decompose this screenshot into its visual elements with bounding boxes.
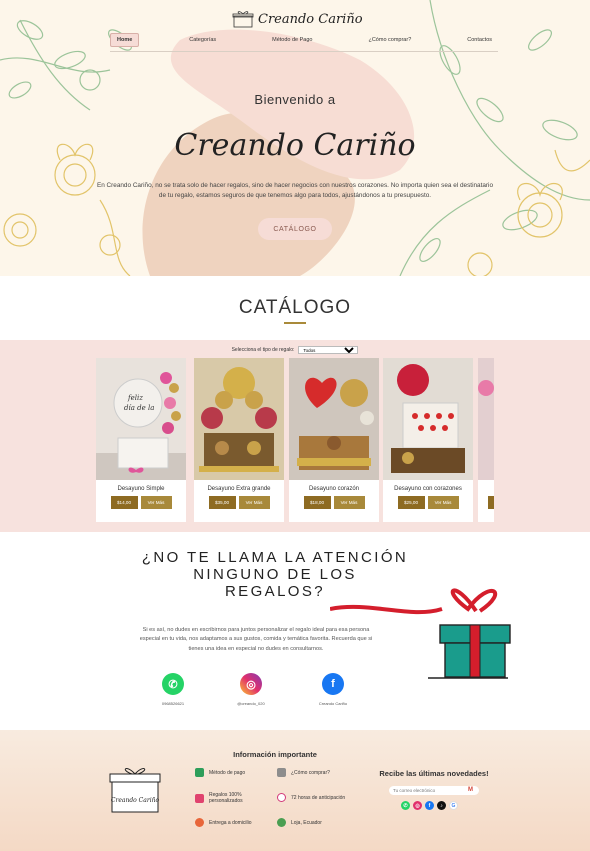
product-image: feliz día de la: [96, 358, 186, 480]
catalog-title: CATÁLOGO: [238, 297, 352, 318]
footer-item-delivery: Entrega a domicilio: [195, 818, 252, 827]
gift-type-filter: Selecciona el tipo de regalo: Todos: [0, 346, 590, 354]
gift-icon: [195, 793, 204, 803]
tiktok-icon[interactable]: ♪: [437, 801, 446, 810]
gmail-icon[interactable]: M: [468, 787, 473, 793]
footer-logo: Creando Cariño: [109, 768, 161, 813]
product-image: [478, 358, 494, 480]
hero-welcome: Bienvenido a: [254, 92, 336, 107]
product-name: Desayuno Extra grande: [207, 486, 271, 492]
instagram-handle: @creando_020: [237, 701, 265, 706]
product-name: Desayuno corazón: [308, 486, 360, 492]
facebook-contact[interactable]: f Creando Cariño: [313, 673, 353, 706]
nav-item-categorias[interactable]: Categorías: [183, 34, 222, 46]
product-name: Desayuno Simple: [117, 486, 165, 492]
product-card-partial[interactable]: [478, 358, 494, 522]
facebook-page: Creando Cariño: [318, 701, 348, 706]
product-price: $35,00: [208, 496, 236, 509]
product-image: [383, 358, 473, 480]
product-image: [289, 358, 379, 480]
nav-item-metodo-pago[interactable]: Método de Pago: [266, 34, 318, 46]
instagram-contact[interactable]: ◎ @creando_020: [231, 673, 271, 706]
product-card[interactable]: feliz día de la Desayuno Simple $14,00 V…: [96, 358, 186, 522]
google-icon[interactable]: G: [449, 801, 458, 810]
document-icon: [277, 768, 286, 777]
nav-item-como-comprar[interactable]: ¿Cómo comprar?: [362, 34, 417, 46]
brand-logo[interactable]: Creando Cariño: [232, 10, 363, 28]
location-icon: [277, 818, 286, 827]
product-price: $18,00: [303, 496, 331, 509]
gift-box-logo-icon: [232, 11, 254, 28]
footer-item-custom-gifts: Regalos 100% personalizados: [195, 792, 265, 804]
product-card[interactable]: Desayuno con corazones $25,00 Ver Más: [383, 358, 473, 522]
facebook-icon[interactable]: f: [322, 673, 344, 695]
view-more-button[interactable]: Ver Más: [427, 496, 459, 509]
view-more-button[interactable]: Ver Más: [140, 496, 172, 509]
footer: [0, 730, 590, 851]
svg-text:feliz: feliz: [127, 394, 143, 402]
whatsapp-contact[interactable]: ✆ 0968526621: [153, 673, 193, 706]
instagram-icon[interactable]: ◎: [240, 673, 262, 695]
newsletter-email-input[interactable]: [389, 786, 479, 795]
nav-divider: [110, 51, 498, 52]
view-more-button[interactable]: Ver Más: [333, 496, 365, 509]
product-image: [194, 358, 284, 480]
catalog-title-underline: [284, 322, 306, 324]
footer-item-how-to-buy[interactable]: ¿Cómo comprar?: [277, 768, 330, 777]
delivery-icon: [195, 818, 204, 827]
product-name: Desayuno con corazones: [394, 486, 462, 492]
hero-description: En Creando Cariño, no se trata solo de h…: [96, 182, 494, 199]
product-card[interactable]: Desayuno Extra grande $35,00 Ver Más: [194, 358, 284, 522]
facebook-icon[interactable]: f: [425, 801, 434, 810]
main-nav: Home Categorías Método de Pago ¿Cómo com…: [110, 33, 498, 47]
svg-text:Creando Cariño: Creando Cariño: [111, 797, 160, 804]
product-carousel[interactable]: feliz día de la Desayuno Simple $14,00 V…: [96, 358, 494, 522]
money-icon: [195, 768, 204, 777]
footer-item-72h: 72 horas de anticipación: [277, 793, 345, 802]
newsletter-title: Recibe las últimas novedades!: [379, 769, 489, 778]
hero-section: Creando Cariño Home Categorías Método de…: [0, 0, 590, 276]
product-price: $14,00: [110, 496, 138, 509]
brand-name: Creando Cariño: [258, 11, 363, 27]
footer-info-title: Información importante: [233, 750, 317, 759]
nav-item-home[interactable]: Home: [110, 33, 140, 47]
whatsapp-icon[interactable]: ✆: [162, 673, 184, 695]
whatsapp-icon[interactable]: ✆: [401, 801, 410, 810]
nav-item-contactos[interactable]: Contactos: [461, 34, 498, 46]
hero-title: Creando Cariño: [174, 128, 416, 163]
gift-box-illustration: [330, 588, 511, 679]
product-price: $25,00: [397, 496, 425, 509]
newsletter-social-links: ✆ ◎ f ♪ G: [401, 801, 458, 810]
svg-text:día de la: día de la: [124, 404, 154, 412]
product-price-partial: [488, 496, 494, 509]
gift-type-select[interactable]: Todos: [298, 346, 359, 354]
product-card[interactable]: Desayuno corazón $18,00 Ver Más: [289, 358, 379, 522]
instagram-icon[interactable]: ◎: [413, 801, 422, 810]
footer-item-payment[interactable]: Método de pago: [195, 768, 245, 777]
filter-label: Selecciona el tipo de regalo:: [231, 347, 295, 353]
clock-icon: [277, 793, 286, 802]
view-more-button[interactable]: Ver Más: [238, 496, 270, 509]
catalog-button[interactable]: CATÁLOGO: [258, 218, 332, 240]
whatsapp-number: 0968526621: [161, 701, 185, 706]
footer-item-location: Loja, Ecuador: [277, 818, 322, 827]
